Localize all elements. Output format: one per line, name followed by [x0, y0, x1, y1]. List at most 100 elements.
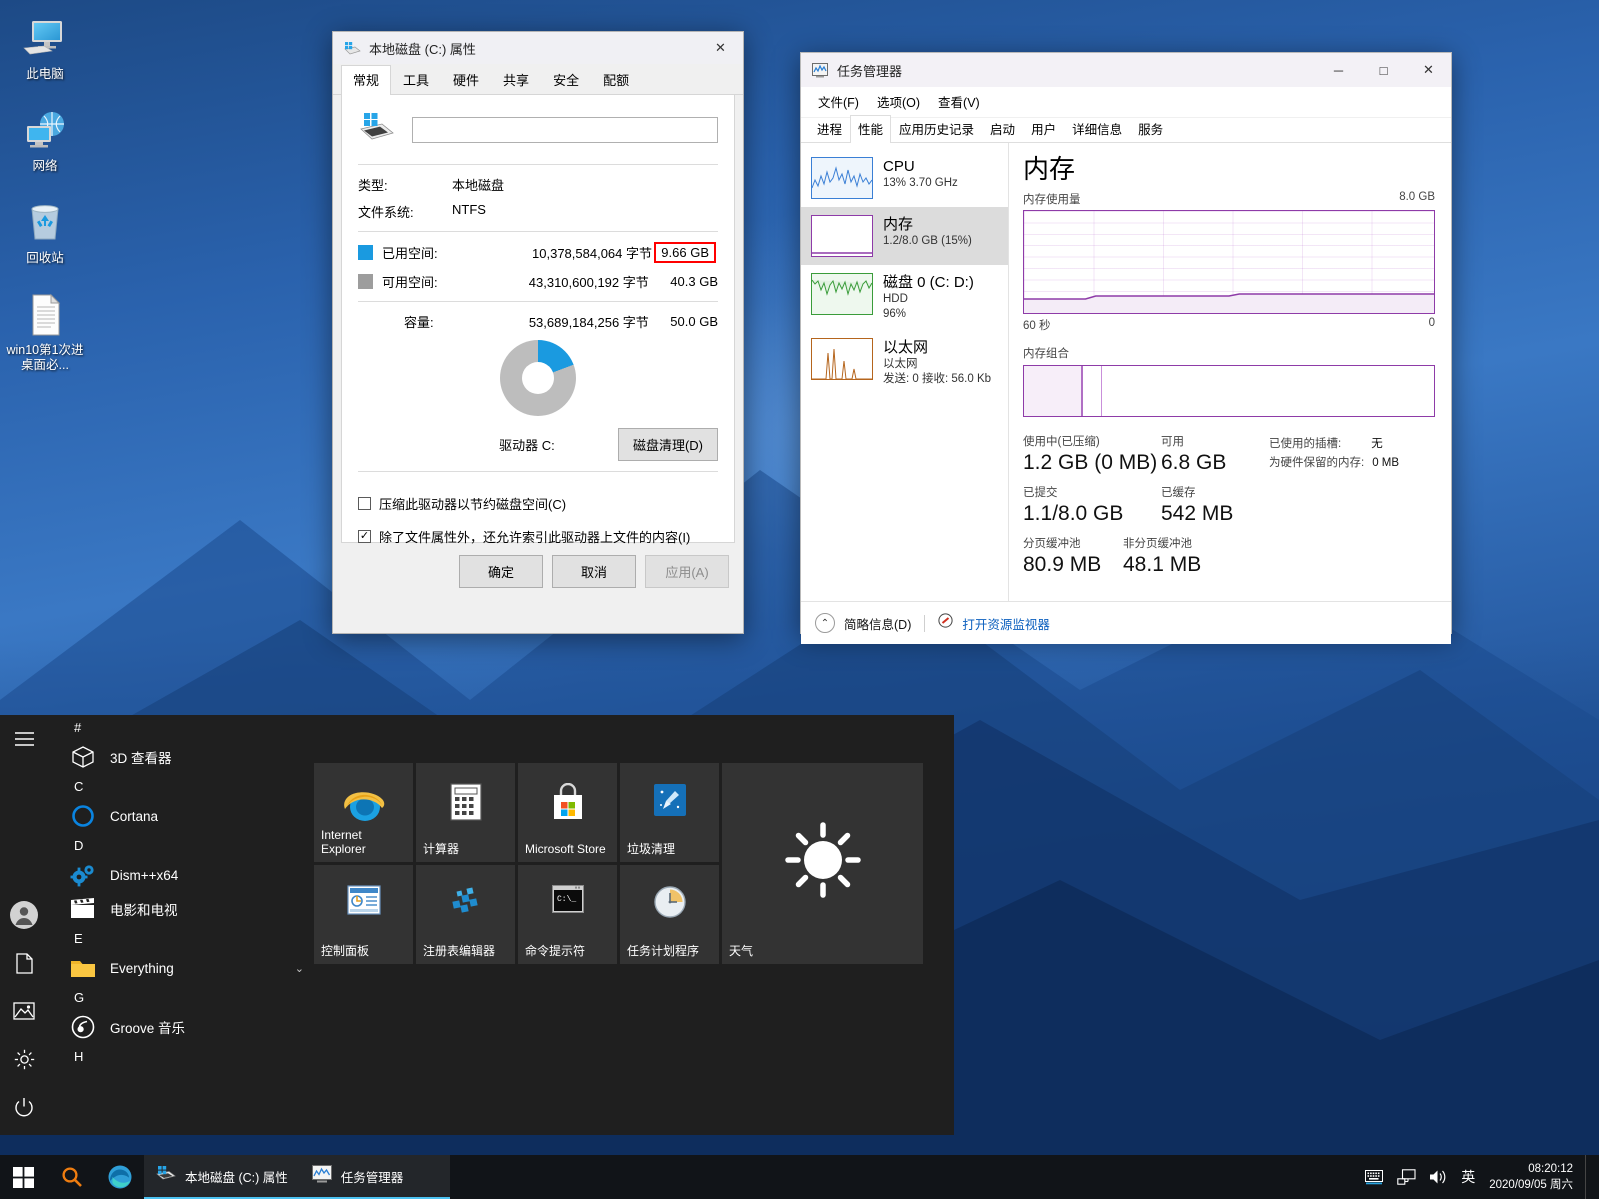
sidebar-item-ethernet[interactable]: 以太网 以太网 发送: 0 接收: 56.0 Kb [801, 330, 1008, 395]
memory-mini-graph [811, 215, 873, 257]
tile-command-prompt[interactable]: C:\_ 命令提示符 [518, 865, 617, 964]
desktop-icon-text-file[interactable]: win10第1次进桌面必... [0, 284, 90, 377]
menu-file[interactable]: 文件(F) [809, 89, 868, 114]
menu-options[interactable]: 选项(O) [868, 89, 929, 114]
reserved-label: 为硬件保留的内存: [1269, 454, 1364, 473]
taskbar-task-task-manager[interactable]: 任务管理器 [300, 1155, 450, 1199]
taskbar-task-disk-properties[interactable]: 本地磁盘 (C:) 属性 [144, 1155, 300, 1199]
tab-app-history[interactable]: 应用历史记录 [891, 115, 982, 142]
chevron-up-icon[interactable]: ⌃ [815, 613, 835, 633]
tab-services[interactable]: 服务 [1130, 115, 1171, 142]
drive-caption-row: 驱动器 C: 磁盘清理(D) [358, 428, 718, 461]
tab-performance[interactable]: 性能 [850, 115, 891, 143]
index-contents-row[interactable]: ✓ 除了文件属性外，还允许索引此驱动器上文件的内容(I) [358, 527, 718, 546]
letter-header-c[interactable]: C [48, 774, 314, 799]
show-desktop-button[interactable] [1585, 1155, 1593, 1199]
memory-slot-info: 已使用的插槽: 无 为硬件保留的内存: 0 MB [1269, 435, 1399, 476]
letter-header-h[interactable]: H [48, 1044, 314, 1069]
start-app-dism[interactable]: Dism++x64 [48, 858, 314, 892]
start-app-groove-music[interactable]: Groove 音乐 [48, 1010, 314, 1044]
tile-internet-explorer[interactable]: Internet Explorer [314, 763, 413, 862]
sidebar-item-disk[interactable]: 磁盘 0 (C: D:) HDD 96% [801, 265, 1008, 330]
tab-startup[interactable]: 启动 [982, 115, 1023, 142]
cancel-button[interactable]: 取消 [552, 555, 636, 588]
compress-drive-checkbox[interactable] [358, 497, 371, 510]
start-app-cortana[interactable]: Cortana [48, 799, 314, 833]
chevron-down-icon[interactable]: ⌄ [295, 962, 304, 975]
tile-grid: Internet Explorer [314, 763, 929, 964]
tile-microsoft-store[interactable]: Microsoft Store [518, 763, 617, 862]
memory-graph-footer: 60 秒 0 [1023, 317, 1435, 333]
disk-cleanup-button[interactable]: 磁盘清理(D) [618, 428, 718, 461]
compress-drive-row[interactable]: 压缩此驱动器以节约磁盘空间(C) [358, 494, 718, 513]
tile-registry-editor[interactable]: 注册表编辑器 [416, 865, 515, 964]
apply-button[interactable]: 应用(A) [645, 555, 729, 588]
desktop-icon-recycle-bin[interactable]: 回收站 [0, 192, 90, 270]
sidebar-item-memory[interactable]: 内存 1.2/8.0 GB (15%) [801, 207, 1008, 265]
tab-tools[interactable]: 工具 [391, 65, 441, 94]
desktop-icon-network[interactable]: 网络 [0, 100, 90, 178]
ok-button[interactable]: 确定 [459, 555, 543, 588]
user-avatar-icon[interactable] [0, 891, 48, 939]
hamburger-icon[interactable] [0, 715, 48, 763]
search-icon[interactable] [48, 1155, 96, 1199]
resource-monitor-link[interactable]: 打开资源监视器 [962, 614, 1050, 633]
menu-view[interactable]: 查看(V) [929, 89, 989, 114]
tab-sharing[interactable]: 共享 [491, 65, 541, 94]
start-menu: # 3D 查看器 C Cortana D [0, 715, 954, 1135]
tile-label: 任务计划程序 [620, 944, 719, 964]
maximize-icon[interactable]: □ [1361, 53, 1406, 87]
tab-users[interactable]: 用户 [1023, 115, 1064, 142]
free-space-swatch [358, 274, 373, 289]
edge-icon[interactable] [96, 1155, 144, 1199]
memory-statistics: 使用中(已压缩) 1.2 GB (0 MB) 可用 6.8 GB 已使用的插槽:… [1023, 435, 1435, 578]
tile-calculator[interactable]: 计算器 [416, 763, 515, 862]
letter-header-e[interactable]: E [48, 926, 314, 951]
close-icon[interactable]: ✕ [1406, 53, 1451, 87]
start-app-3d-viewer[interactable]: 3D 查看器 [48, 740, 314, 774]
tile-weather[interactable]: 天气 [722, 763, 923, 964]
taskbar-clock[interactable]: 08:20:12 2020/09/05 周六 [1483, 1161, 1583, 1193]
stat-nonpaged-pool-value: 48.1 MB [1123, 552, 1243, 578]
document-icon[interactable] [0, 939, 48, 987]
tab-quota[interactable]: 配额 [591, 65, 641, 94]
tile-cleanup[interactable]: 垃圾清理 [620, 763, 719, 862]
task-scheduler-icon [620, 885, 719, 919]
tab-hardware[interactable]: 硬件 [441, 65, 491, 94]
internet-explorer-icon [314, 783, 413, 825]
ime-icon[interactable]: 英 [1455, 1155, 1481, 1199]
letter-header-g[interactable]: G [48, 985, 314, 1010]
minimize-icon[interactable]: ─ [1316, 53, 1361, 87]
sidebar-item-cpu[interactable]: CPU 13% 3.70 GHz [801, 149, 1008, 207]
gear-icon[interactable] [0, 1035, 48, 1083]
volume-icon[interactable] [1423, 1155, 1453, 1199]
capacity-bytes: 53,689,184,256 字节 [507, 312, 657, 331]
start-menu-app-list[interactable]: # 3D 查看器 C Cortana D [48, 715, 314, 1135]
tile-label: 计算器 [416, 842, 515, 862]
desktop-icon-this-pc[interactable]: 此电脑 [0, 8, 90, 86]
keyboard-icon[interactable] [1359, 1155, 1389, 1199]
start-app-everything[interactable]: Everything ⌄ [48, 951, 314, 985]
memory-graph-time-right: 0 [1429, 317, 1435, 333]
letter-header-d[interactable]: D [48, 833, 314, 858]
power-icon[interactable] [0, 1083, 48, 1131]
network-icon [2, 106, 88, 156]
disk-type-label: 类型: [358, 175, 452, 194]
tab-general[interactable]: 常规 [341, 65, 391, 95]
tab-security[interactable]: 安全 [541, 65, 591, 94]
tile-task-scheduler[interactable]: 任务计划程序 [620, 865, 719, 964]
close-icon[interactable]: ✕ [698, 31, 743, 65]
letter-header-hash[interactable]: # [48, 715, 314, 740]
desktop-icon-label: 网络 [2, 159, 88, 174]
tile-control-panel[interactable]: 控制面板 [314, 865, 413, 964]
start-app-movies-tv[interactable]: 电影和电视 [48, 892, 314, 926]
pictures-icon[interactable] [0, 987, 48, 1035]
volume-label-input[interactable] [412, 117, 718, 143]
tab-processes[interactable]: 进程 [809, 115, 850, 142]
desktop-icon-label: 回收站 [2, 251, 88, 266]
start-icon[interactable] [0, 1155, 48, 1199]
network-tray-icon[interactable] [1391, 1155, 1421, 1199]
tab-details[interactable]: 详细信息 [1064, 115, 1130, 142]
fewer-details-link[interactable]: 简略信息(D) [844, 614, 911, 633]
index-contents-checkbox[interactable]: ✓ [358, 530, 371, 543]
